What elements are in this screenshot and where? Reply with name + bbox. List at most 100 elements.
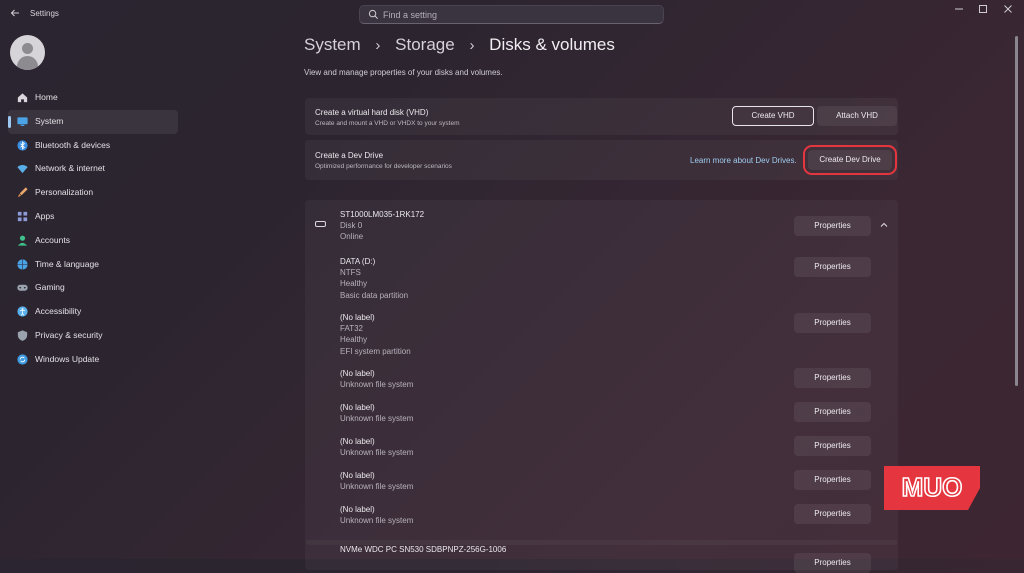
sidebar-item-label: Gaming (35, 282, 65, 293)
app-title: Settings (30, 9, 59, 18)
dev-drive-description: Optimized performance for developer scen… (315, 163, 452, 170)
sidebar-item-label: Network & internet (35, 163, 105, 174)
sidebar-item-label: Home (35, 92, 58, 102)
chevron-up-icon[interactable] (879, 220, 889, 230)
sidebar-item-label: Apps (35, 210, 55, 221)
avatar-body (17, 56, 38, 70)
volume-label: (No label) (340, 369, 375, 378)
sidebar-item-privacy-security[interactable]: Privacy & security (8, 324, 178, 348)
volume-detail: Unknown file system (340, 448, 414, 457)
sidebar-item-personalization[interactable]: Personalization (8, 181, 178, 205)
sidebar-item-label: Accounts (35, 234, 70, 245)
system-icon (17, 117, 28, 126)
home-icon (17, 93, 28, 103)
sidebar-nav: Home System Bluetooth & devices Network & i… (8, 86, 178, 372)
search-icon (368, 9, 378, 19)
sidebar-item-apps[interactable]: Apps (8, 205, 178, 229)
muo-logo-watermark: MUO (884, 466, 980, 510)
volume-detail: Healthy (340, 279, 368, 289)
volume-detail: Unknown file system (340, 414, 414, 423)
volume-detail: Unknown file system (340, 380, 414, 389)
disk-drive-icon (315, 221, 326, 227)
maximize-icon[interactable] (971, 4, 995, 18)
second-disk-properties-button[interactable]: Properties (794, 553, 871, 573)
disk-name: ST1000LM035-1RK172 (340, 210, 425, 219)
sidebar-item-accessibility[interactable]: Accessibility (8, 300, 178, 324)
globe-icon (17, 258, 28, 270)
volume-properties-button[interactable]: Properties (794, 368, 871, 388)
search-placeholder: Find a setting (383, 10, 438, 20)
volume-detail: Basic data partition (340, 290, 409, 300)
create-dev-drive-button[interactable]: Create Dev Drive (803, 145, 897, 175)
sidebar-item-label: Time & language (35, 258, 99, 269)
page-title: Disks & volumes (489, 35, 615, 54)
sidebar-item-time-language[interactable]: Time & language (8, 253, 178, 277)
volume-detail: Unknown file system (340, 482, 414, 491)
shield-icon (17, 330, 28, 341)
attach-vhd-button[interactable]: Attach VHD (817, 106, 897, 126)
minimize-icon[interactable] (947, 4, 971, 18)
sidebar-item-system[interactable]: System (8, 109, 178, 134)
apps-icon (17, 211, 28, 222)
scrollbar[interactable] (1015, 36, 1018, 386)
volume-label: (No label) (340, 437, 375, 446)
dev-drive-card: Create a Dev Drive Optimized performance… (305, 140, 898, 180)
sidebar-item-gaming[interactable]: Gaming (8, 276, 178, 300)
volume-detail: Unknown file system (340, 516, 414, 525)
search-input[interactable]: Find a setting (359, 5, 664, 24)
volume-detail: Healthy (340, 335, 368, 345)
sidebar-item-accounts[interactable]: Accounts (8, 229, 178, 253)
volume-detail: NTFS (340, 268, 361, 277)
sidebar-item-label: Bluetooth & devices (35, 139, 111, 150)
volume-properties-button[interactable]: Properties (794, 504, 871, 524)
breadcrumb: System › Storage › Disks & volumes (304, 35, 615, 55)
gaming-icon (17, 285, 28, 292)
sidebar-item-windows-update[interactable]: Windows Update (8, 348, 178, 372)
second-disk-name: NVMe WDC PC SN530 SDBPNPZ-256G-1006 (340, 545, 507, 554)
volume-properties-button[interactable]: Properties (794, 257, 871, 277)
bluetooth-icon (17, 139, 28, 151)
dev-drive-title: Create a Dev Drive (315, 151, 384, 160)
second-disk-row: NVMe WDC PC SN530 SDBPNPZ-256G-1006 Prop… (305, 540, 898, 573)
wifi-icon (17, 165, 28, 174)
back-arrow-icon[interactable] (8, 7, 22, 21)
disk-panel: ST1000LM035-1RK172 Disk 0 Online Propert… (305, 200, 898, 545)
vhd-description: Create and mount a VHD or VHDX to your s… (315, 120, 460, 127)
volume-properties-button[interactable]: Properties (794, 402, 871, 422)
disk-properties-button[interactable]: Properties (794, 216, 871, 236)
volume-label: DATA (D:) (340, 257, 376, 266)
volume-properties-button[interactable]: Properties (794, 436, 871, 456)
volume-label: (No label) (340, 403, 375, 412)
volume-label: (No label) (340, 471, 375, 480)
update-icon (17, 354, 28, 365)
sidebar-item-network-internet[interactable]: Network & internet (8, 157, 178, 181)
disk-status: Online (340, 232, 364, 241)
create-vhd-button[interactable]: Create VHD (732, 106, 814, 126)
account-icon (17, 235, 28, 246)
sidebar-item-label: Privacy & security (35, 329, 103, 340)
title-bar: Settings Find a setting (0, 0, 1024, 30)
sidebar-item-bluetooth-devices[interactable]: Bluetooth & devices (8, 134, 178, 158)
breadcrumb-separator-icon: › (375, 37, 381, 54)
page-subtitle: View and manage properties of your disks… (304, 68, 503, 77)
volume-detail: EFI system partition (340, 346, 411, 356)
breadcrumb-separator-icon: › (469, 37, 475, 54)
volume-detail: FAT32 (340, 324, 363, 333)
volume-label: (No label) (340, 313, 375, 322)
breadcrumb-storage[interactable]: Storage (395, 35, 455, 55)
disk-number: Disk 0 (340, 221, 363, 230)
accessibility-icon (17, 306, 28, 317)
sidebar-item-label: Personalization (35, 187, 94, 198)
watermark-text: MUO (902, 472, 963, 502)
vhd-card: Create a virtual hard disk (VHD) Create … (305, 98, 898, 135)
volume-properties-button[interactable]: Properties (794, 313, 871, 333)
sidebar-item-label: System (35, 115, 64, 126)
volume-label: (No label) (340, 505, 375, 514)
breadcrumb-system[interactable]: System (304, 35, 361, 55)
sidebar-item-home[interactable]: Home (8, 86, 178, 110)
vhd-title: Create a virtual hard disk (VHD) (315, 108, 429, 117)
volume-properties-button[interactable]: Properties (794, 470, 871, 490)
close-icon[interactable] (996, 4, 1020, 18)
learn-more-dev-drives-link[interactable]: Learn more about Dev Drives. (690, 156, 797, 165)
avatar[interactable] (10, 35, 45, 70)
